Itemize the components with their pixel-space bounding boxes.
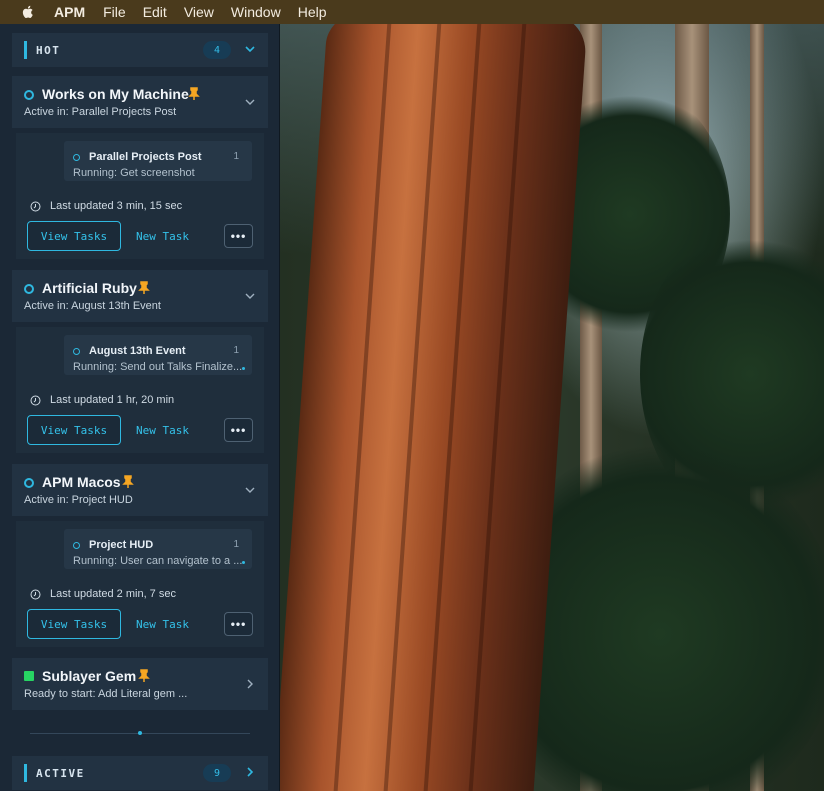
status-circle-icon [24,284,34,294]
project-subtitle: Active in: Parallel Projects Post [24,106,177,118]
chevron-down-icon[interactable] [244,484,256,496]
task-number: 1 [233,345,239,356]
project-name: Sublayer Gem [42,668,137,684]
project-subtitle: Active in: August 13th Event [24,300,161,312]
ready-square-icon [24,671,34,681]
unread-dot [242,561,245,564]
apple-logo-icon[interactable] [20,4,36,20]
active-section-header[interactable]: ACTIVE 9 [12,756,268,790]
section-accent-bar [24,764,27,782]
task-number: 1 [233,151,239,162]
project-card: Project HUD 1 Running: User can navigate… [16,521,264,647]
count-badge: 4 [203,41,231,59]
last-updated: Last updated 1 hr, 20 min [30,394,174,406]
task-name: Project HUD [89,539,154,551]
more-options-button[interactable]: ••• [224,224,253,248]
task-name: August 13th Event [89,345,186,357]
task-number: 1 [233,539,239,550]
chevron-right-icon[interactable] [244,678,256,690]
new-task-button[interactable]: New Task [136,609,189,639]
chevron-down-icon[interactable] [244,43,256,55]
project-works-on-my-machine[interactable]: Works on My Machine Active in: Parallel … [12,76,268,128]
count-badge: 9 [203,764,231,782]
task-status: Running: User can navigate to a ... [73,555,243,567]
last-updated-text: Last updated 2 min, 7 sec [50,588,176,600]
menu-file[interactable]: File [103,4,126,20]
desktop-wallpaper [280,24,824,791]
view-tasks-button[interactable]: View Tasks [27,609,121,639]
project-artificial-ruby[interactable]: Artificial Ruby Active in: August 13th E… [12,270,268,322]
project-card: Parallel Projects Post 1 Running: Get sc… [16,133,264,259]
view-tasks-button[interactable]: View Tasks [27,221,121,251]
last-updated-text: Last updated 3 min, 15 sec [50,200,183,212]
task-status: Running: Send out Talks Finalize... [73,361,243,373]
menu-app-name[interactable]: APM [54,4,85,20]
menu-bar: APM File Edit View Window Help [0,0,824,24]
project-subtitle: Ready to start: Add Literal gem ... [24,688,188,700]
task-status: Running: Get screenshot [73,167,195,179]
task-status-icon [73,542,80,549]
clock-icon [30,589,41,599]
section-title: ACTIVE [36,766,85,780]
project-name: APM Macos [42,474,121,490]
new-task-button[interactable]: New Task [136,415,189,445]
clock-icon [30,201,41,211]
menu-view[interactable]: View [184,4,214,20]
chevron-down-icon[interactable] [244,96,256,108]
chevron-down-icon[interactable] [244,290,256,302]
last-updated-text: Last updated 1 hr, 20 min [50,394,175,406]
task-item[interactable]: Project HUD 1 Running: User can navigate… [64,529,252,569]
clock-icon [30,395,41,405]
project-name: Works on My Machine [42,86,189,102]
status-circle-icon [24,90,34,100]
project-subtitle: Active in: Project HUD [24,494,133,506]
task-item[interactable]: Parallel Projects Post 1 Running: Get sc… [64,141,252,181]
more-options-button[interactable]: ••• [224,418,253,442]
menu-window[interactable]: Window [231,4,281,20]
pin-icon[interactable] [122,475,134,489]
last-updated: Last updated 2 min, 7 sec [30,588,176,600]
menu-edit[interactable]: Edit [143,4,167,20]
task-item[interactable]: August 13th Event 1 Running: Send out Ta… [64,335,252,375]
more-options-button[interactable]: ••• [224,612,253,636]
pin-icon[interactable] [138,669,150,683]
last-updated: Last updated 3 min, 15 sec [30,200,182,212]
task-status-icon [73,154,80,161]
pin-icon[interactable] [138,281,150,295]
section-accent-bar [24,41,27,59]
view-tasks-button[interactable]: View Tasks [27,415,121,445]
status-circle-icon [24,478,34,488]
divider-dot [138,731,142,735]
project-name: Artificial Ruby [42,280,137,296]
section-title: HOT [36,43,61,57]
hot-section-header[interactable]: HOT 4 [12,33,268,67]
menu-help[interactable]: Help [298,4,327,20]
unread-dot [242,367,245,370]
projects-sidebar: HOT 4 Works on My Machine Active in: Par… [0,24,280,791]
project-apm-macos[interactable]: APM Macos Active in: Project HUD [12,464,268,516]
task-status-icon [73,348,80,355]
pin-icon[interactable] [188,87,200,101]
chevron-right-icon[interactable] [244,766,256,778]
task-name: Parallel Projects Post [89,151,202,163]
new-task-button[interactable]: New Task [136,221,189,251]
project-card: August 13th Event 1 Running: Send out Ta… [16,327,264,453]
project-sublayer-gem[interactable]: Sublayer Gem Ready to start: Add Literal… [12,658,268,710]
